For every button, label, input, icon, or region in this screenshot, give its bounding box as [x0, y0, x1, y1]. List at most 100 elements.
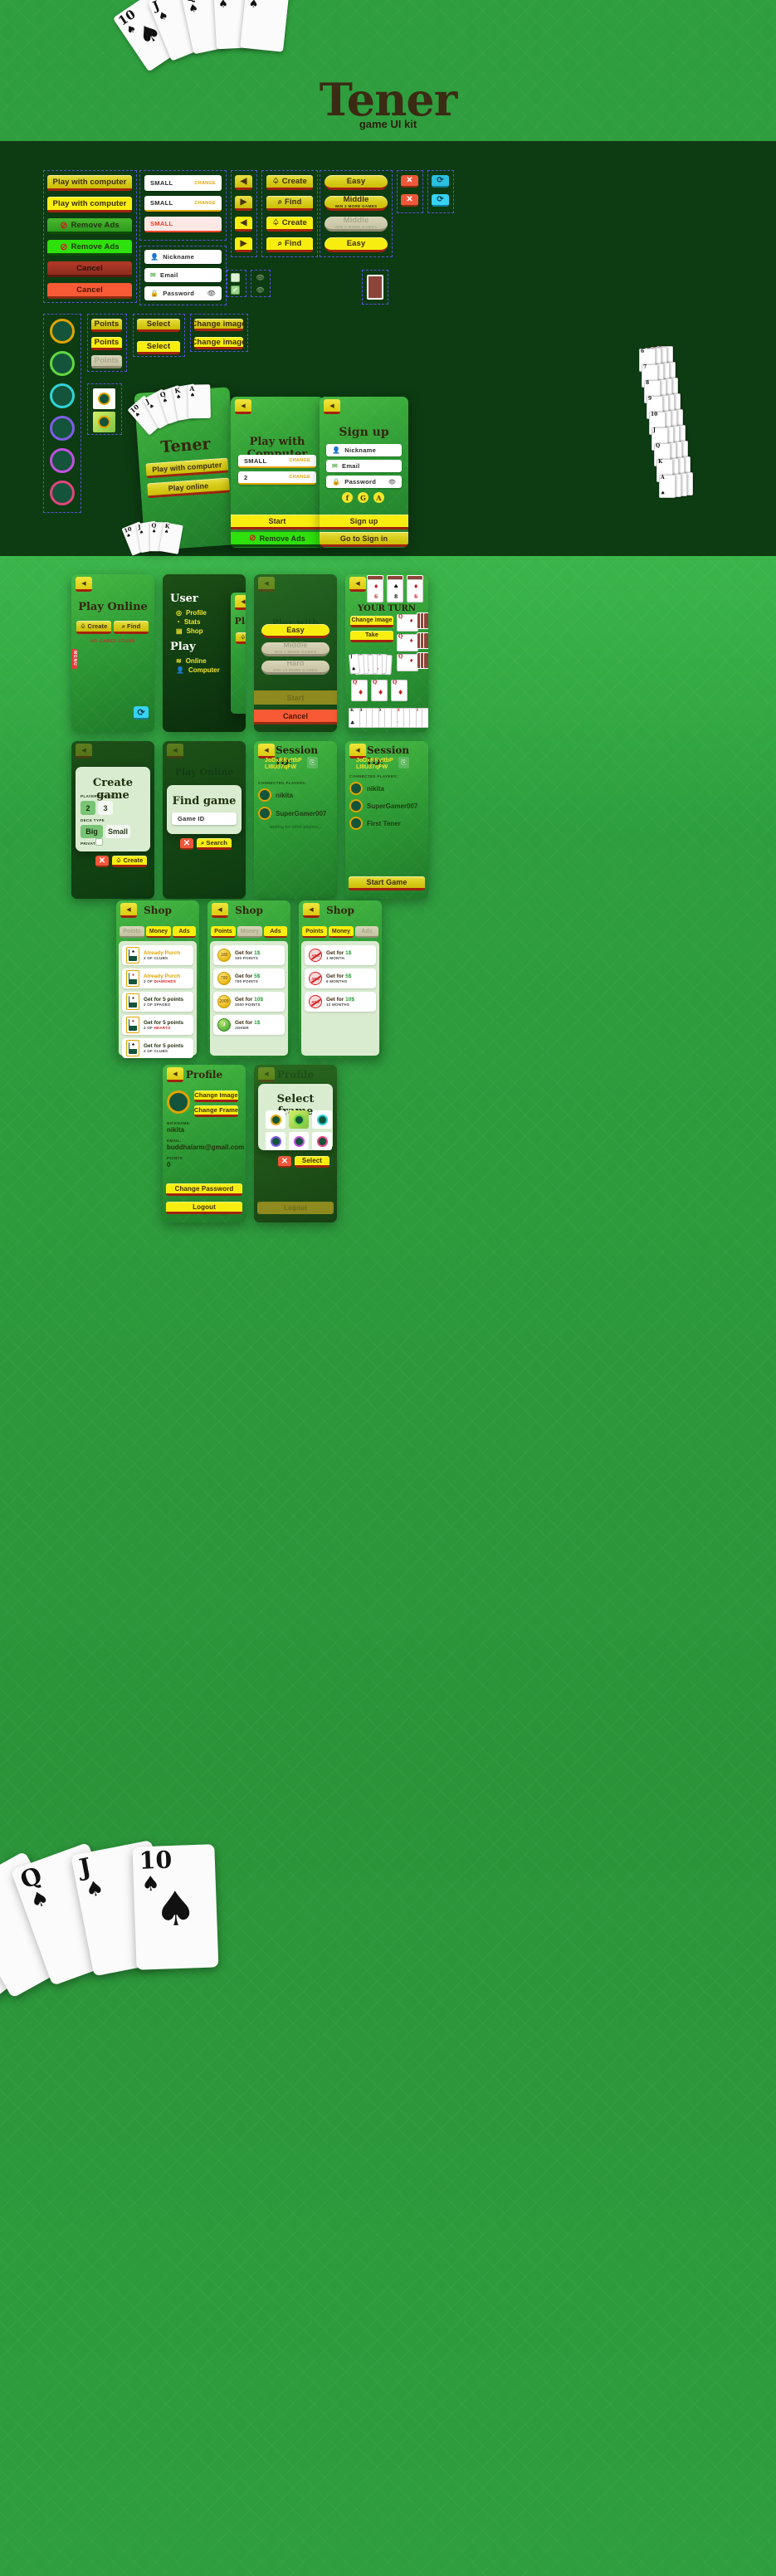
create-button-gradient[interactable]: ♤Create — [266, 175, 313, 190]
pwc-players-field[interactable]: 2CHANGE — [238, 471, 316, 485]
shop-item-row[interactable]: 700Get for 5$700 POINTS — [213, 968, 285, 988]
shop-item-row[interactable]: ADSGet for 1$1 MONTH — [305, 945, 376, 965]
menu-item-computer[interactable]: 👤Computer — [176, 666, 220, 674]
playing-card[interactable]: ♠8 — [387, 579, 403, 603]
change-link[interactable]: CHANGE — [289, 475, 310, 480]
start-game-button[interactable]: Start Game — [349, 876, 425, 890]
remove-ads-button-gradient[interactable]: ⊘Remove Ads — [47, 218, 132, 234]
frame-option[interactable] — [266, 1132, 286, 1150]
refresh-button-1[interactable]: ⟳ — [432, 175, 449, 188]
player-count-option-3[interactable]: 3 — [98, 801, 113, 815]
difficulty-easy-gradient[interactable]: Easy — [325, 175, 388, 190]
eye-off-icon[interactable]: 👁 — [207, 290, 216, 297]
eye-off-icon[interactable]: 👁 — [388, 479, 396, 485]
back-button[interactable]: ◀ — [349, 744, 366, 759]
card-back[interactable] — [367, 275, 383, 300]
logout-button[interactable]: Logout — [166, 1202, 242, 1214]
select-button-flat[interactable]: Select — [137, 341, 180, 354]
find-button-gradient[interactable]: ⌕Find — [266, 196, 313, 211]
shop-tab-ads[interactable]: Ads — [264, 926, 287, 938]
menu-tab[interactable]: MENU — [71, 649, 78, 669]
shop-item-row[interactable]: ♣Get for 5 points2 OF CLUBS — [122, 1038, 193, 1058]
shop-tab-money[interactable]: Money — [237, 926, 262, 938]
find-game-cancel-button[interactable]: ✕ — [180, 838, 193, 850]
playing-card[interactable]: Q♦ — [397, 634, 418, 651]
nickname-input[interactable]: 👤Nickname — [144, 250, 222, 264]
play-with-computer-button-gradient[interactable]: Play with computer — [47, 175, 132, 191]
arrow-right-button-flat[interactable]: ▶ — [235, 237, 252, 252]
playing-card[interactable]: K♣ — [349, 708, 360, 728]
shop-tab-points[interactable]: Points — [302, 926, 327, 938]
cancel-button-flat[interactable]: Cancel — [47, 283, 132, 299]
select-button-gradient[interactable]: Select — [137, 319, 180, 332]
play-online-create-button[interactable]: ♤Create — [76, 621, 111, 634]
create-button-flat[interactable]: ♤Create — [266, 217, 313, 232]
shop-tab-ads[interactable]: Ads — [173, 926, 196, 938]
deck-type-option-small[interactable]: Small — [105, 825, 130, 838]
private-checkbox[interactable] — [95, 838, 103, 846]
playing-card[interactable]: Q♦ — [397, 614, 418, 632]
shop-tab-points[interactable]: Points — [120, 926, 144, 938]
avatar[interactable] — [167, 1090, 190, 1114]
frame-option[interactable] — [312, 1132, 332, 1150]
home-play-with-computer-button[interactable]: Play with computer — [145, 458, 228, 479]
shop-tab-ads[interactable]: Ads — [355, 926, 378, 938]
google-icon[interactable]: G — [358, 492, 368, 503]
avatar-frame-cyan[interactable] — [50, 383, 75, 408]
avatar-frame-purple[interactable] — [50, 416, 75, 441]
pwc-deck-field[interactable]: SMALLCHANGE — [238, 455, 316, 468]
menu-item-online[interactable]: ≋Online — [176, 657, 207, 665]
create-game-cancel-button[interactable]: ✕ — [95, 856, 109, 867]
shop-item-row[interactable]: ♥Get for 5 points2 OF HEARTS — [122, 1015, 193, 1035]
menu-item-profile[interactable]: ◎Profile — [176, 609, 207, 617]
pwc-start-button[interactable]: Start — [231, 515, 324, 529]
email-input[interactable]: ✉Email — [144, 268, 222, 282]
play-online-refresh-button[interactable]: ⟳ — [134, 706, 149, 720]
shop-tab-money[interactable]: Money — [329, 926, 354, 938]
refresh-button-2[interactable]: ⟳ — [432, 194, 449, 207]
change-image-button-gradient[interactable]: Change image — [194, 319, 243, 331]
signup-submit-button[interactable]: Sign up — [320, 515, 408, 529]
select-frame-cancel-button[interactable]: ✕ — [278, 1156, 291, 1168]
close-button-2[interactable]: ✕ — [401, 194, 418, 207]
game-change-image-button[interactable]: Change image — [350, 616, 393, 627]
back-button[interactable]: ◀ — [235, 399, 251, 414]
signup-nickname-input[interactable]: 👤Nickname — [326, 444, 402, 456]
player-count-option-2[interactable]: 2 — [81, 801, 95, 815]
home-play-online-button[interactable]: Play online — [147, 478, 230, 499]
frame-tile-selected[interactable] — [93, 412, 115, 432]
shop-item-row[interactable]: ♠Get for 5 points2 OF SPADES — [122, 992, 193, 1012]
back-button[interactable]: ◀ — [349, 577, 366, 592]
avatar-frame-magenta[interactable] — [50, 448, 75, 473]
change-link[interactable]: CHANGE — [194, 201, 216, 206]
shop-tab-money[interactable]: Money — [146, 926, 171, 938]
points-button-gradient[interactable]: Points — [91, 319, 122, 332]
difficulty-easy-flat[interactable]: Easy — [325, 237, 388, 252]
arrow-left-button-flat[interactable]: ◀ — [235, 217, 252, 232]
deck-select-focused[interactable]: SMALLCHANGE — [144, 196, 222, 212]
playing-card[interactable]: Q♦ — [351, 680, 368, 701]
find-button-flat[interactable]: ⌕Find — [266, 237, 313, 252]
signup-email-input[interactable]: ✉Email — [326, 460, 402, 472]
avatar-frame-gold[interactable] — [50, 319, 75, 344]
copy-icon[interactable]: ⎘ — [398, 757, 409, 768]
avatar-frame-pink[interactable] — [50, 481, 75, 505]
back-button[interactable]: ◀ — [324, 399, 340, 414]
arrow-right-button-gradient[interactable]: ▶ — [235, 196, 252, 211]
change-link[interactable]: CHANGE — [289, 458, 310, 463]
arrow-left-button-gradient[interactable]: ◀ — [235, 175, 252, 190]
checkbox-checked[interactable]: ✓ — [231, 285, 240, 295]
back-button[interactable]: ◀ — [258, 744, 275, 759]
change-password-button[interactable]: Change Password — [166, 1183, 242, 1196]
signup-password-input[interactable]: 🔒Password👁 — [326, 476, 402, 488]
change-image-button[interactable]: Change Image — [194, 1090, 238, 1102]
find-game-search-button[interactable]: ⌕Search — [197, 838, 232, 850]
difficulty-cancel-button[interactable]: Cancel — [254, 710, 337, 724]
go-to-sign-in-button[interactable]: Go to Sign in — [320, 532, 408, 547]
playing-card[interactable]: Q♦ — [397, 654, 418, 671]
remove-ads-button-flat[interactable]: ⊘Remove Ads — [47, 240, 132, 256]
copy-icon[interactable]: ⎘ — [307, 757, 318, 768]
frame-option[interactable] — [312, 1110, 332, 1129]
shop-item-row[interactable]: JGet for 1$JOKER — [213, 1015, 285, 1035]
eye-off-icon[interactable]: 👁 — [255, 285, 266, 295]
